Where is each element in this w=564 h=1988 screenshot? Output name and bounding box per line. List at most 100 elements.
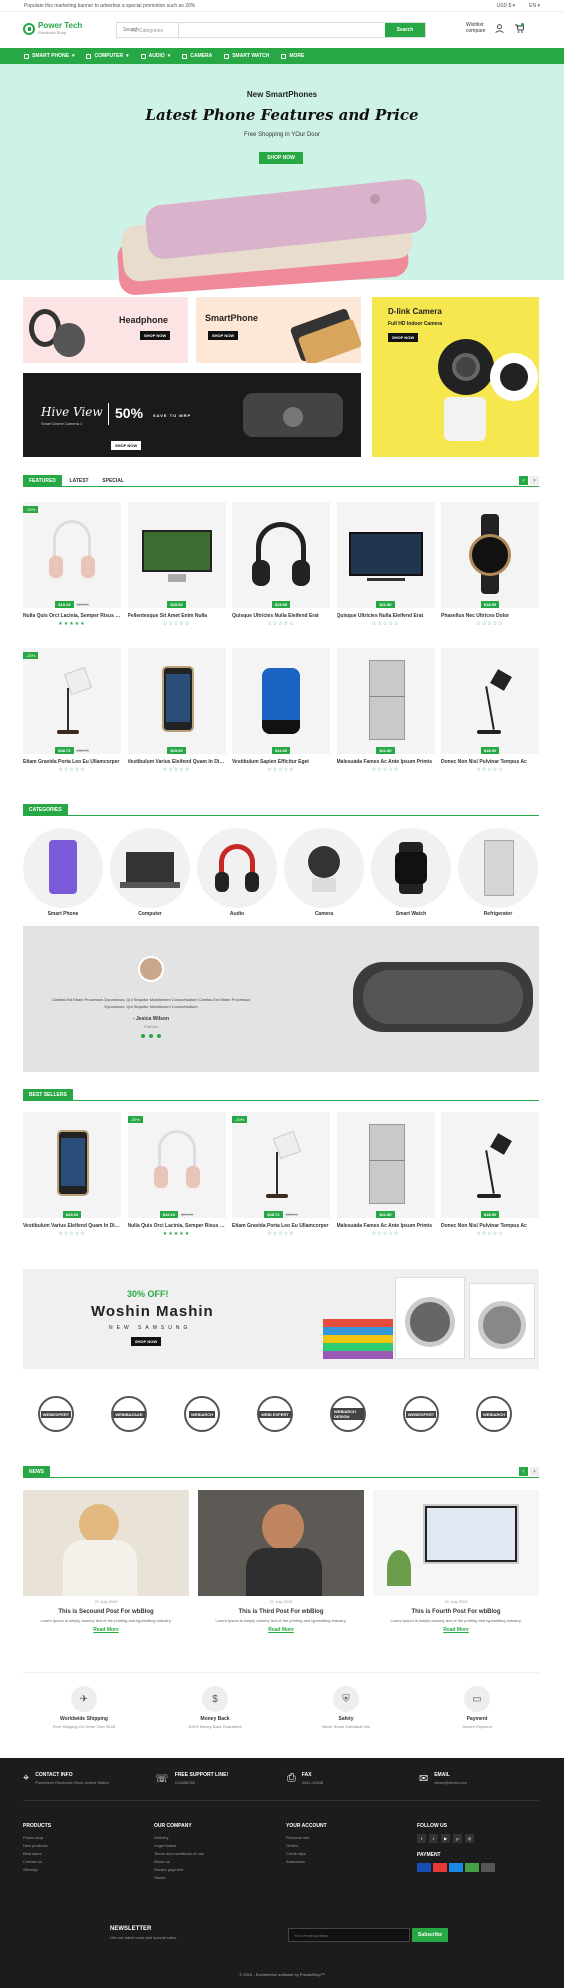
nav-camera[interactable]: CAMERA — [182, 53, 212, 59]
product-card[interactable]: -20% $38.72 $38.90 Etiam Gravida Porta Le… — [23, 648, 121, 773]
footer-link[interactable]: Best sales — [23, 1850, 51, 1858]
footer-link[interactable]: Addresses — [286, 1858, 327, 1866]
washing-machine-banner[interactable]: 30% OFF! Woshin Mashin NEW SAMSUNG SHOP … — [23, 1269, 539, 1369]
washer-shop-button[interactable]: SHOP NOW — [131, 1337, 162, 1346]
nav-more[interactable]: MORE — [281, 53, 304, 59]
hive-view-banner[interactable]: Hive View Smart Drone Camera 1 50% SAVE … — [23, 373, 361, 457]
category-item[interactable]: Refrigerator — [458, 828, 538, 917]
language-selector[interactable]: EN ▾ — [529, 3, 540, 9]
product-card[interactable]: $11.90 Malesuada Fames Ac Ante Ipsum Pri… — [336, 648, 435, 773]
footer-link[interactable]: Delivery — [154, 1834, 204, 1842]
product-card[interactable]: -20% $19.13 $20.00 Nulla Quis Orci Lacini… — [127, 1112, 226, 1237]
product-name[interactable]: Quisque Ultricies Nulla Eleifend Erat — [232, 613, 330, 619]
category-item[interactable]: Camera — [284, 828, 364, 917]
category-item[interactable]: Computer — [110, 828, 190, 917]
logo[interactable]: Power Tech Electronic Shop — [23, 22, 82, 35]
product-image[interactable]: $29.00 — [127, 648, 226, 754]
footer-link[interactable]: Sitemap — [23, 1866, 51, 1874]
product-name[interactable]: Etiam Gravida Porta Leo Eu Ullamcorper — [23, 759, 121, 765]
product-name[interactable]: Pellentesque Sit Amet Enim Nulla — [128, 613, 226, 619]
blog-image[interactable] — [198, 1490, 364, 1596]
footer-link[interactable]: Credit slips — [286, 1850, 327, 1858]
product-image[interactable]: $11.90 — [336, 648, 435, 754]
product-name[interactable]: Quisque Ultricies Nulla Eleifend Erat — [337, 613, 435, 619]
prev-arrow-icon[interactable]: ‹ — [519, 1467, 528, 1476]
product-name[interactable]: Nulla Quis Orci Lacinia, Semper Risus Eg… — [23, 613, 121, 619]
youtube-icon[interactable]: ▶ — [441, 1834, 450, 1843]
next-arrow-icon[interactable]: › — [530, 476, 539, 485]
hero-shop-button[interactable]: SHOP NOW — [259, 152, 303, 164]
product-name[interactable]: Donec Non Nisl Pulvinar Tempus Ac — [441, 759, 539, 765]
category-image[interactable] — [458, 828, 538, 908]
category-image[interactable] — [197, 828, 277, 908]
brand-logo[interactable]: WEBIARCH DESIGN — [330, 1396, 366, 1432]
read-more-link[interactable]: Read More — [198, 1627, 364, 1633]
product-image[interactable]: $18.90 — [441, 648, 539, 754]
brand-logo[interactable]: WEBI EXPERT — [257, 1396, 293, 1432]
brand-logo[interactable]: WEBIBAZAAR — [111, 1396, 147, 1432]
cart-icon[interactable] — [514, 23, 525, 33]
blog-title[interactable]: This is Third Post For wbBlog — [198, 1609, 364, 1615]
category-item[interactable]: Audio — [197, 828, 277, 917]
category-image[interactable] — [23, 828, 103, 908]
footer-link[interactable]: Secure payment — [154, 1866, 204, 1874]
blog-title[interactable]: This is Fourth Post For wbBlog — [373, 1609, 539, 1615]
product-card[interactable]: $18.90 Donec Non Nisl Pulvinar Tempus Ac… — [441, 648, 539, 773]
nav-computer[interactable]: COMPUTER ▾ — [86, 53, 129, 59]
headphone-banner[interactable]: Headphone SHOP NOW — [23, 297, 188, 363]
footer-link[interactable]: Personal info — [286, 1834, 327, 1842]
brand-logo[interactable]: WEBIEXPERT — [403, 1396, 439, 1432]
tab-latest[interactable]: LATEST — [64, 475, 95, 486]
product-name[interactable]: Donec Non Nisl Pulvinar Tempus Ac — [441, 1223, 539, 1229]
product-name[interactable]: Nulla Quis Orci Lacinia, Semper Risus Eg… — [128, 1223, 226, 1229]
product-name[interactable]: Vestibulum Sapien Efficitur Eget — [232, 759, 330, 765]
product-image[interactable]: $25.00 — [127, 502, 226, 608]
footer-link[interactable]: Stores — [154, 1874, 204, 1882]
product-card[interactable]: $29.00 Vestibulum Varius Eleifend Quam I… — [127, 648, 226, 773]
product-image[interactable]: $18.90 — [441, 502, 539, 608]
product-image[interactable]: $11.90 — [336, 502, 435, 608]
nav-audio[interactable]: AUDIO ▾ — [140, 53, 170, 59]
footer-link[interactable]: Terms and conditions of use — [154, 1850, 204, 1858]
category-image[interactable] — [371, 828, 451, 908]
product-image[interactable]: $29.00 — [23, 1112, 121, 1218]
nav-smart-phone[interactable]: SMART PHONE ▾ — [24, 53, 74, 59]
product-image[interactable]: -20% $19.13 $20.00 — [23, 502, 121, 608]
currency-selector[interactable]: USD $ ▾ — [497, 3, 516, 9]
tab-special[interactable]: SPECIAL — [96, 475, 130, 486]
dlink-camera-banner[interactable]: D-link Camera Full HD Indoor Camera SHOP… — [372, 297, 539, 457]
prev-arrow-icon[interactable]: ‹ — [519, 476, 528, 485]
footer-link[interactable]: Orders — [286, 1842, 327, 1850]
product-image[interactable]: -20% $19.13 $20.00 — [127, 1112, 226, 1218]
product-image[interactable]: $11.90 — [232, 648, 330, 754]
tab-featured[interactable]: FEATURED — [23, 475, 62, 486]
category-item[interactable]: Smart Phone — [23, 828, 103, 917]
footer-link[interactable]: Contact us — [23, 1858, 51, 1866]
product-name[interactable]: Phasellus Nec Ultrices Dolor — [441, 613, 539, 619]
hero-slider[interactable]: New SmartPhones Latest Phone Features an… — [0, 64, 564, 297]
product-image[interactable]: -20% $38.72 $38.90 — [23, 648, 121, 754]
product-image[interactable]: $11.90 — [336, 1112, 435, 1218]
facebook-icon[interactable]: f — [417, 1834, 426, 1843]
product-card[interactable]: -20% $19.13 $20.00 Nulla Quis Orci Lacini… — [23, 502, 121, 627]
product-image[interactable]: $25.00 — [232, 502, 330, 608]
product-card[interactable]: -20% $38.72 $38.90 Etiam Gravida Porta Le… — [232, 1112, 330, 1237]
brand-logo[interactable]: WEBIARCH — [184, 1396, 220, 1432]
pinterest-icon[interactable]: p — [453, 1834, 462, 1843]
brand-logo[interactable]: WEBIEXPERT — [38, 1396, 74, 1432]
product-card[interactable]: $11.90 Quisque Ultricies Nulla Eleifend … — [336, 502, 435, 627]
product-card[interactable]: $25.00 Quisque Ultricies Nulla Eleifend … — [232, 502, 330, 627]
product-card[interactable]: $18.90 Donec Non Nisl Pulvinar Tempus Ac… — [441, 1112, 539, 1237]
read-more-link[interactable]: Read More — [373, 1627, 539, 1633]
next-arrow-icon[interactable]: › — [530, 1467, 539, 1476]
user-icon[interactable] — [495, 23, 505, 33]
newsletter-email-input[interactable] — [288, 1928, 410, 1942]
blog-image[interactable] — [373, 1490, 539, 1596]
search-category-select[interactable]: All Categories — [117, 23, 179, 39]
product-name[interactable]: Etiam Gravida Porta Leo Eu Ullamcorper — [232, 1223, 330, 1229]
twitter-icon[interactable]: t — [429, 1834, 438, 1843]
product-name[interactable]: Vestibulum Varius Eleifend Quam In Digni… — [128, 759, 226, 765]
product-name[interactable]: Malesuada Fames Ac Ante Ipsum Primis — [337, 1223, 435, 1229]
product-card[interactable]: $11.90 Malesuada Fames Ac Ante Ipsum Pri… — [336, 1112, 435, 1237]
product-image[interactable]: $18.90 — [441, 1112, 539, 1218]
